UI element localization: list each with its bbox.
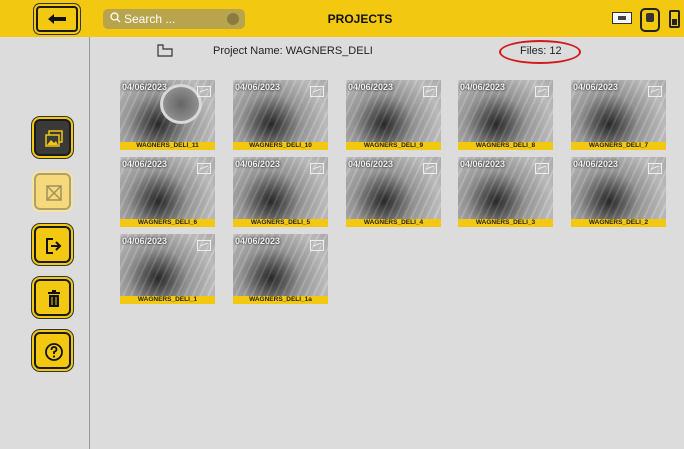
select-button[interactable]	[34, 173, 71, 210]
thumbnail-item[interactable]: 04/06/2023 WAGNERS_DELI_10	[233, 80, 328, 150]
thumbnail-date: 04/06/2023	[460, 82, 506, 92]
thumbnail-item[interactable]: 04/06/2023 WAGNERS_DELI_2	[571, 157, 666, 227]
image-type-icon	[423, 86, 437, 97]
thumbnail-label: WAGNERS_DELI_1	[120, 296, 215, 304]
thumbnail-item[interactable]: 04/06/2023 WAGNERS_DELI_11	[120, 80, 215, 150]
thumbnail-date: 04/06/2023	[460, 159, 506, 169]
thumbnail-item[interactable]: 04/06/2023 WAGNERS_DELI_4	[346, 157, 441, 227]
search-icon	[110, 12, 121, 23]
thumbnail-item[interactable]: 04/06/2023 WAGNERS_DELI_5	[233, 157, 328, 227]
thumbnail-item[interactable]: 04/06/2023 WAGNERS_DELI_1	[120, 234, 215, 304]
image-type-icon	[648, 86, 662, 97]
clear-search-icon[interactable]	[227, 13, 239, 25]
thumbnail-date: 04/06/2023	[235, 159, 281, 169]
image-type-icon	[648, 163, 662, 174]
image-type-icon	[310, 86, 324, 97]
thumbnail-label: WAGNERS_DELI_11	[120, 142, 215, 150]
gallery-button[interactable]	[34, 119, 71, 156]
search-placeholder: Search ...	[124, 12, 176, 26]
page-title: PROJECTS	[327, 12, 393, 26]
select-disabled-icon	[46, 185, 62, 201]
thumbnail-date: 04/06/2023	[235, 82, 281, 92]
export-button[interactable]	[34, 226, 71, 263]
image-type-icon	[535, 163, 549, 174]
image-type-icon	[423, 163, 437, 174]
help-icon	[45, 343, 63, 361]
photo-gallery-icon	[45, 130, 63, 147]
search-input[interactable]: Search ...	[103, 9, 245, 29]
thumbnail-date: 04/06/2023	[348, 159, 394, 169]
thumbnail-label: WAGNERS_DELI_8	[458, 142, 553, 150]
thumbnail-item[interactable]: 04/06/2023 WAGNERS_DELI_9	[346, 80, 441, 150]
thumbnail-item[interactable]: 04/06/2023 WAGNERS_DELI_7	[571, 80, 666, 150]
help-button[interactable]	[34, 332, 71, 369]
back-arrow-icon	[48, 14, 66, 24]
thumbnail-item[interactable]: 04/06/2023 WAGNERS_DELI_1a	[233, 234, 328, 304]
back-button[interactable]	[36, 6, 78, 32]
thumbnail-label: WAGNERS_DELI_4	[346, 219, 441, 227]
image-type-icon	[310, 163, 324, 174]
thumbnail-label: WAGNERS_DELI_7	[571, 142, 666, 150]
thumbnail-item[interactable]: 04/06/2023 WAGNERS_DELI_3	[458, 157, 553, 227]
project-header: Project Name: WAGNERS_DELI Files: 12	[90, 40, 684, 64]
thumbnail-date: 04/06/2023	[122, 159, 168, 169]
device-icon[interactable]	[640, 8, 660, 32]
thumbnail-label: WAGNERS_DELI_6	[120, 219, 215, 227]
thumbnail-label: WAGNERS_DELI_5	[233, 219, 328, 227]
thumbnail-label: WAGNERS_DELI_10	[233, 142, 328, 150]
export-icon	[46, 238, 62, 254]
thumbnail-label: WAGNERS_DELI_9	[346, 142, 441, 150]
thumbnail-date: 04/06/2023	[235, 236, 281, 246]
thumbnail-date: 04/06/2023	[122, 82, 168, 92]
files-count: Files: 12	[520, 45, 562, 57]
delete-button[interactable]	[34, 279, 71, 316]
thumbnail-label: WAGNERS_DELI_3	[458, 219, 553, 227]
thumbnail-label: WAGNERS_DELI_1a	[233, 296, 328, 304]
image-type-icon	[197, 240, 211, 251]
project-name: Project Name: WAGNERS_DELI	[213, 45, 373, 57]
image-type-icon	[197, 163, 211, 174]
image-type-icon	[535, 86, 549, 97]
thumbnail-date: 04/06/2023	[573, 82, 619, 92]
folder-icon[interactable]	[157, 44, 173, 57]
thumbnail-label: WAGNERS_DELI_2	[571, 219, 666, 227]
image-type-icon	[197, 86, 211, 97]
trash-icon	[48, 290, 60, 307]
thumbnail-item[interactable]: 04/06/2023 WAGNERS_DELI_6	[120, 157, 215, 227]
thumbnail-date: 04/06/2023	[348, 82, 394, 92]
thumbnail-date: 04/06/2023	[122, 236, 168, 246]
image-type-icon	[310, 240, 324, 251]
thumbnail-date: 04/06/2023	[573, 159, 619, 169]
top-bar: Search ... PROJECTS	[0, 0, 684, 37]
sidebar	[0, 37, 90, 449]
battery-icon	[669, 10, 680, 28]
thumbnail-item[interactable]: 04/06/2023 WAGNERS_DELI_8	[458, 80, 553, 150]
usb-drive-icon[interactable]	[612, 12, 632, 24]
